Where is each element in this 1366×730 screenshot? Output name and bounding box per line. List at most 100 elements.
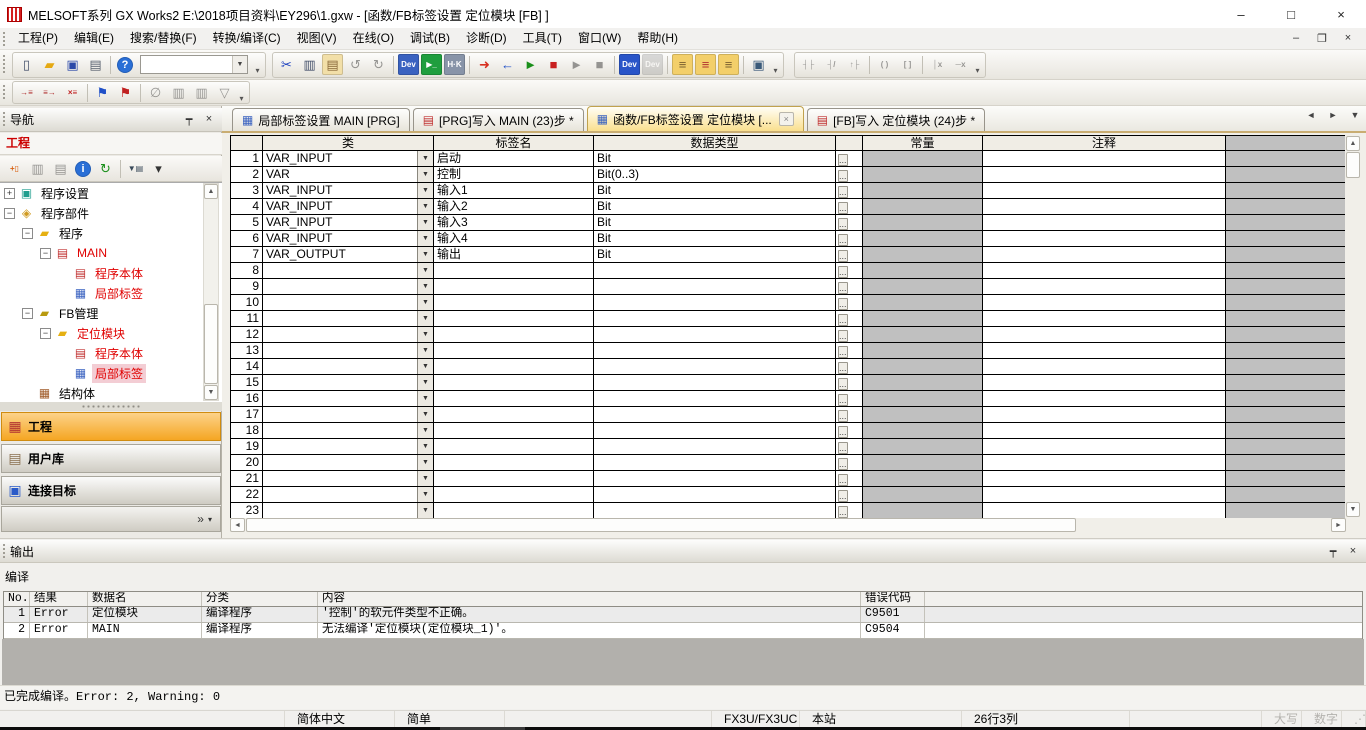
class-cell[interactable]: VAR_INPUT▼: [263, 215, 434, 231]
grid-hscroll-thumb[interactable]: [246, 518, 1076, 532]
device-find-icon[interactable]: Dev: [398, 54, 419, 75]
comment-cell[interactable]: [983, 407, 1226, 423]
detail-button[interactable]: ...: [838, 234, 848, 246]
row-number[interactable]: 14: [231, 359, 263, 375]
class-cell[interactable]: ▼: [263, 503, 434, 519]
new-declaration-before-icon[interactable]: →≡: [16, 82, 37, 103]
comment-cell[interactable]: [983, 327, 1226, 343]
datatype-cell[interactable]: [594, 327, 836, 343]
detail-button[interactable]: ...: [838, 282, 848, 294]
write-to-plc-icon[interactable]: ➜: [474, 54, 495, 75]
class-dropdown-icon[interactable]: ▼: [417, 279, 433, 294]
data-property-icon[interactable]: i: [75, 161, 91, 177]
datatype-cell[interactable]: [594, 487, 836, 503]
detail-button[interactable]: ...: [838, 154, 848, 166]
print-icon[interactable]: ▤: [85, 54, 106, 75]
class-cell[interactable]: ▼: [263, 391, 434, 407]
comment-cell[interactable]: [983, 199, 1226, 215]
comment-cell[interactable]: [983, 343, 1226, 359]
label-cell[interactable]: 输入4: [434, 231, 594, 247]
tree-item[interactable]: ▦局部标签: [0, 363, 222, 383]
row-number[interactable]: 21: [231, 471, 263, 487]
row-number[interactable]: 4: [231, 199, 263, 215]
nav-footer-arrow-icon[interactable]: ▾: [208, 515, 212, 524]
row-number[interactable]: 17: [231, 407, 263, 423]
toolbar-overflow-icon[interactable]: ▾: [252, 53, 263, 77]
save-project-icon[interactable]: ▣: [62, 54, 83, 75]
detail-button[interactable]: ...: [838, 442, 848, 454]
label-cell[interactable]: [434, 487, 594, 503]
mdi-minimize-button[interactable]: –: [1288, 32, 1304, 45]
class-dropdown-icon[interactable]: ▼: [417, 247, 433, 262]
row-number[interactable]: 13: [231, 343, 263, 359]
label-cell[interactable]: 输入3: [434, 215, 594, 231]
datatype-cell[interactable]: [594, 471, 836, 487]
label-cell[interactable]: [434, 423, 594, 439]
class-cell[interactable]: VAR_OUTPUT▼: [263, 247, 434, 263]
menu-item-9[interactable]: 工具(T): [515, 28, 570, 49]
label-cell[interactable]: [434, 311, 594, 327]
display-lock-icon[interactable]: ▣: [748, 54, 769, 75]
menu-item-8[interactable]: 诊断(D): [458, 28, 515, 49]
class-cell[interactable]: VAR_INPUT▼: [263, 199, 434, 215]
tree-toggle-icon[interactable]: −: [22, 228, 33, 239]
class-dropdown-icon[interactable]: ▼: [417, 151, 433, 166]
label-cell[interactable]: 启动: [434, 151, 594, 167]
grid-scroll-left-icon[interactable]: ◄: [230, 518, 245, 532]
detail-button[interactable]: ...: [838, 298, 848, 310]
paste-icon[interactable]: ▤: [322, 54, 343, 75]
detail-button[interactable]: ...: [838, 346, 848, 358]
detail-button[interactable]: ...: [838, 506, 848, 518]
datatype-cell[interactable]: Bit(0..3): [594, 167, 836, 183]
grid-vertical-scrollbar[interactable]: ▲ ▼: [1346, 135, 1362, 518]
tree-toggle-icon[interactable]: −: [4, 208, 15, 219]
comment-cell[interactable]: [983, 359, 1226, 375]
class-dropdown-icon[interactable]: ▼: [417, 167, 433, 182]
scroll-thumb[interactable]: [204, 304, 218, 384]
grid-scroll-right-icon[interactable]: ►: [1331, 518, 1346, 532]
label-cell[interactable]: [434, 359, 594, 375]
comment-cell[interactable]: [983, 279, 1226, 295]
row-number[interactable]: 18: [231, 423, 263, 439]
comment-cell[interactable]: [983, 151, 1226, 167]
datatype-cell[interactable]: Bit: [594, 183, 836, 199]
label-cell[interactable]: 控制: [434, 167, 594, 183]
tree-item[interactable]: ▦结构体: [0, 383, 222, 402]
label-cell[interactable]: [434, 455, 594, 471]
class-dropdown-icon[interactable]: ▼: [417, 327, 433, 342]
menu-item-3[interactable]: 搜索/替换(F): [122, 28, 205, 49]
detail-button[interactable]: ...: [838, 218, 848, 230]
comment-cell[interactable]: [983, 455, 1226, 471]
mdi-close-button[interactable]: ×: [1340, 32, 1356, 45]
comment-cell[interactable]: [983, 487, 1226, 503]
comment-cell[interactable]: [983, 247, 1226, 263]
row-number[interactable]: 6: [231, 231, 263, 247]
class-dropdown-icon[interactable]: ▼: [417, 263, 433, 278]
detail-button[interactable]: ...: [838, 362, 848, 374]
label-cell[interactable]: [434, 295, 594, 311]
datatype-cell[interactable]: Bit: [594, 199, 836, 215]
row-number[interactable]: 9: [231, 279, 263, 295]
row-number[interactable]: 7: [231, 247, 263, 263]
cross-reference-icon[interactable]: H·K: [444, 54, 465, 75]
grid-horizontal-scrollbar[interactable]: ◄ ►: [230, 518, 1346, 534]
toolbar-overflow-icon[interactable]: ▾: [972, 53, 983, 77]
detail-button[interactable]: ...: [838, 426, 848, 438]
nav-splitter[interactable]: [0, 402, 222, 411]
class-dropdown-icon[interactable]: ▼: [417, 375, 433, 390]
comment-cell[interactable]: [983, 439, 1226, 455]
new-project-icon[interactable]: ▯: [16, 54, 37, 75]
datatype-cell[interactable]: [594, 455, 836, 471]
tree-item[interactable]: +▣程序设置: [0, 183, 222, 203]
class-dropdown-icon[interactable]: ▼: [417, 343, 433, 358]
row-number[interactable]: 12: [231, 327, 263, 343]
class-dropdown-icon[interactable]: ▼: [417, 183, 433, 198]
sort-menu-arrow-icon[interactable]: ▾: [148, 158, 169, 179]
class-dropdown-icon[interactable]: ▼: [417, 407, 433, 422]
comment-cell[interactable]: [983, 311, 1226, 327]
datatype-cell[interactable]: Bit: [594, 231, 836, 247]
comment-cell[interactable]: [983, 167, 1226, 183]
class-cell[interactable]: ▼: [263, 359, 434, 375]
delete-declaration-icon[interactable]: ×≡: [62, 82, 83, 103]
label-cell[interactable]: 输入1: [434, 183, 594, 199]
